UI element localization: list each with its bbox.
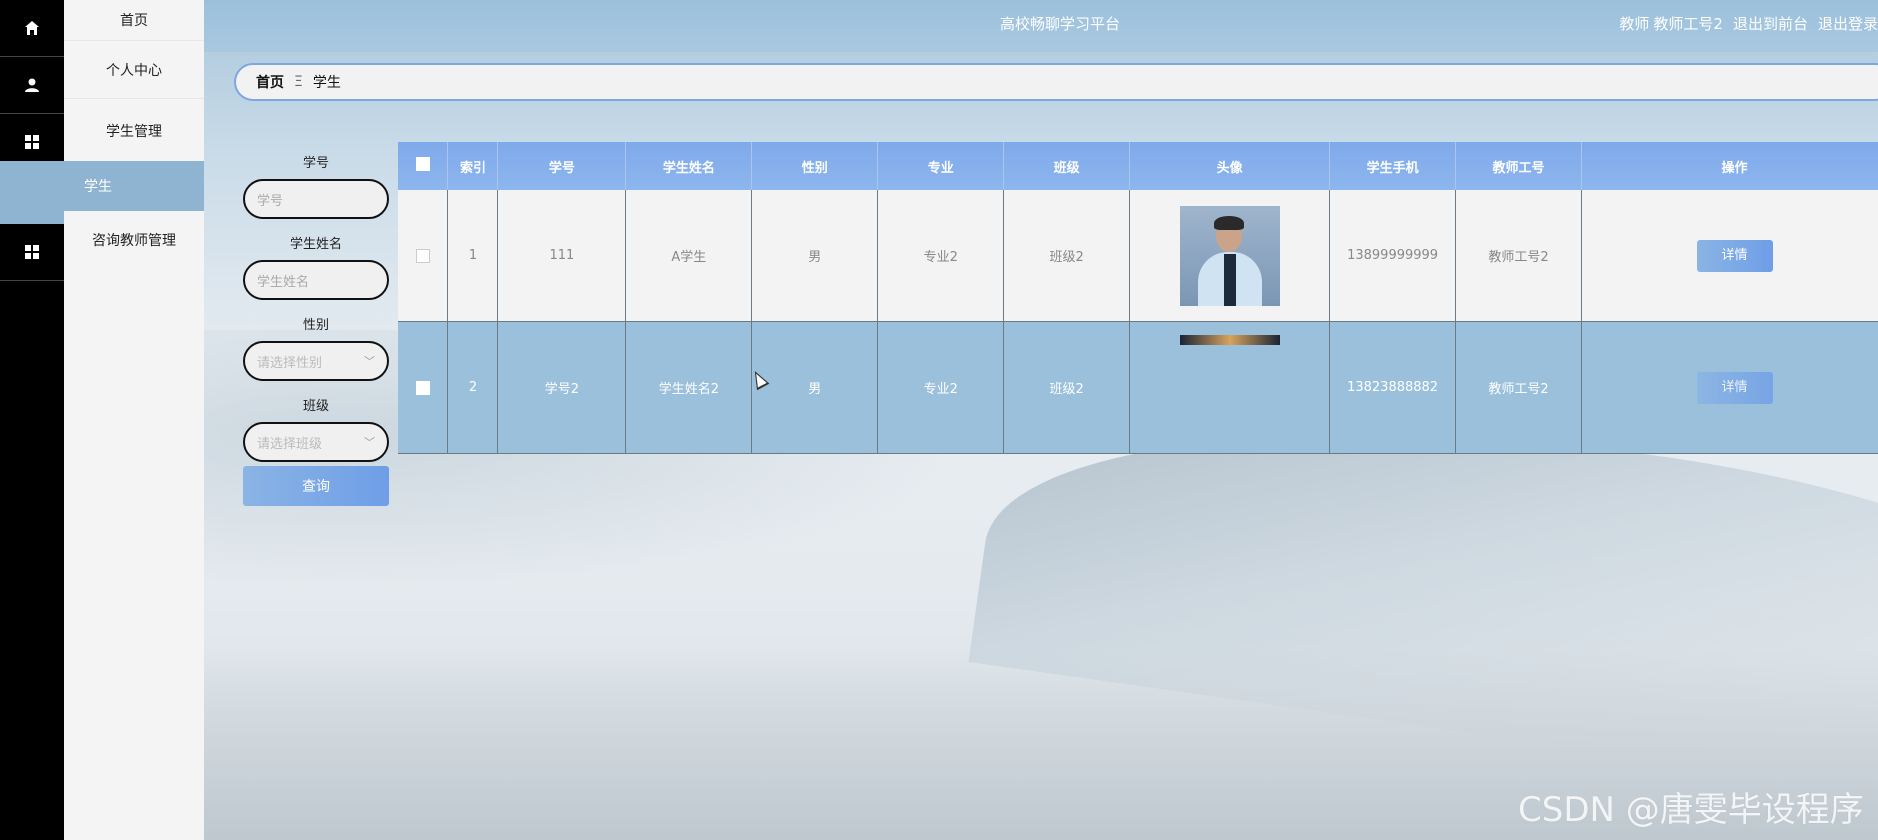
col-header-index: 索引 [447, 142, 499, 190]
col-header-phone: 学生手机 [1329, 142, 1457, 190]
student-avatar [1179, 334, 1280, 345]
cell-major: 专业2 [877, 321, 1005, 454]
student-name-label: 学生姓名 [289, 237, 342, 252]
class-select[interactable]: 请选择班级 ﹀ [243, 422, 389, 462]
cell-gender: 男 [751, 321, 879, 454]
sidebar-item-home[interactable]: 首页 [64, 0, 204, 41]
col-header-gender: 性别 [751, 142, 879, 190]
search-panel: 学号 学号 学生姓名 学生姓名 性别 请选择性别 ﹀ 班级 请选择班级 ﹀ 查询 [243, 150, 389, 506]
breadcrumb-current: 学生 [312, 75, 341, 91]
cell-phone: 13823888882 [1329, 321, 1457, 454]
cell-student-no: 111 [497, 190, 627, 322]
watermark: CSDN @唐雯毕设程序 [1518, 790, 1864, 830]
chevron-down-icon: ﹀ [364, 436, 375, 449]
cell-student-no: 学号2 [497, 321, 627, 454]
class-placeholder: 请选择班级 [257, 436, 323, 452]
detail-button[interactable]: 详情 [1696, 371, 1773, 404]
user-menu: 教师 教师工号2 退出到前台 退出登录 [1619, 13, 1878, 34]
cell-major: 专业2 [877, 190, 1005, 322]
breadcrumb-separator: Ξ [294, 74, 303, 90]
select-all-checkbox[interactable] [398, 142, 449, 190]
grid-icon[interactable] [0, 224, 64, 281]
col-header-student-no: 学号 [497, 142, 627, 190]
exit-to-front-link[interactable]: 退出到前台 [1733, 15, 1808, 33]
table-row: 2 学号2 学生姓名2 男 专业2 班级2 13823888882 教师工号2 … [398, 321, 1878, 454]
detail-button[interactable]: 详情 [1696, 239, 1773, 272]
col-header-teacher-no: 教师工号 [1455, 142, 1583, 190]
gender-select[interactable]: 请选择性别 ﹀ [243, 341, 389, 381]
user-icon[interactable] [0, 57, 64, 114]
top-header: 高校畅聊学习平台 教师 教师工号2 退出到前台 退出登录 [204, 0, 1878, 52]
cell-gender: 男 [751, 190, 879, 322]
sidebar-item-teacher-management[interactable]: 咨询教师管理 [64, 212, 204, 268]
student-no-placeholder: 学号 [257, 193, 284, 209]
table-row: 1 111 A学生 男 专业2 班级2 13899999999 教师工号2 详情 [398, 190, 1878, 322]
cell-teacher-no: 教师工号2 [1455, 321, 1583, 454]
sidebar: 首页 个人中心 学生管理 [64, 0, 204, 840]
row-checkbox[interactable] [398, 190, 449, 322]
sidebar-item-student-management[interactable]: 学生管理 [64, 99, 204, 163]
class-label: 班级 [302, 399, 329, 414]
student-no-label: 学号 [302, 156, 329, 171]
gender-placeholder: 请选择性别 [257, 355, 323, 371]
cell-avatar [1129, 321, 1331, 454]
student-avatar [1179, 205, 1280, 306]
query-button[interactable]: 查询 [243, 466, 389, 506]
breadcrumb-home[interactable]: 首页 [256, 72, 284, 92]
row-checkbox[interactable] [398, 321, 449, 454]
user-name: 教师工号2 [1653, 15, 1723, 33]
cell-student-name: 学生姓名2 [625, 321, 753, 454]
cell-student-name: A学生 [625, 190, 753, 322]
cell-teacher-no: 教师工号2 [1455, 190, 1583, 322]
sidebar-item-student[interactable]: 学生 [0, 161, 204, 211]
table-header-row: 索引 学号 学生姓名 性别 专业 班级 头像 学生手机 教师工号 操作 [398, 142, 1878, 190]
breadcrumb: 首页 Ξ 学生 [234, 63, 1878, 101]
col-header-class: 班级 [1003, 142, 1131, 190]
cell-class: 班级2 [1003, 321, 1131, 454]
cell-action: 详情 [1581, 190, 1878, 322]
home-icon[interactable] [0, 0, 64, 57]
logout-link[interactable]: 退出登录 [1818, 15, 1878, 33]
user-role: 教师 [1619, 15, 1650, 33]
col-header-student-name: 学生姓名 [625, 142, 753, 190]
cell-index: 2 [447, 321, 499, 454]
cell-class: 班级2 [1003, 190, 1131, 322]
col-header-action: 操作 [1581, 142, 1878, 190]
platform-title: 高校畅聊学习平台 [1000, 15, 1121, 33]
student-table: 索引 学号 学生姓名 性别 专业 班级 头像 学生手机 教师工号 操作 1 11… [398, 142, 1878, 454]
cell-action: 详情 [1581, 321, 1878, 454]
icon-rail [0, 0, 64, 840]
student-name-input[interactable]: 学生姓名 [243, 260, 389, 300]
chevron-down-icon: ﹀ [364, 355, 375, 368]
cell-index: 1 [447, 190, 499, 322]
col-header-avatar: 头像 [1129, 142, 1331, 190]
student-no-input[interactable]: 学号 [243, 179, 389, 219]
col-header-major: 专业 [877, 142, 1005, 190]
student-name-placeholder: 学生姓名 [257, 274, 310, 290]
cell-avatar [1129, 190, 1331, 322]
gender-label: 性别 [302, 318, 329, 333]
sidebar-item-profile[interactable]: 个人中心 [64, 41, 204, 99]
cell-phone: 13899999999 [1329, 190, 1457, 322]
